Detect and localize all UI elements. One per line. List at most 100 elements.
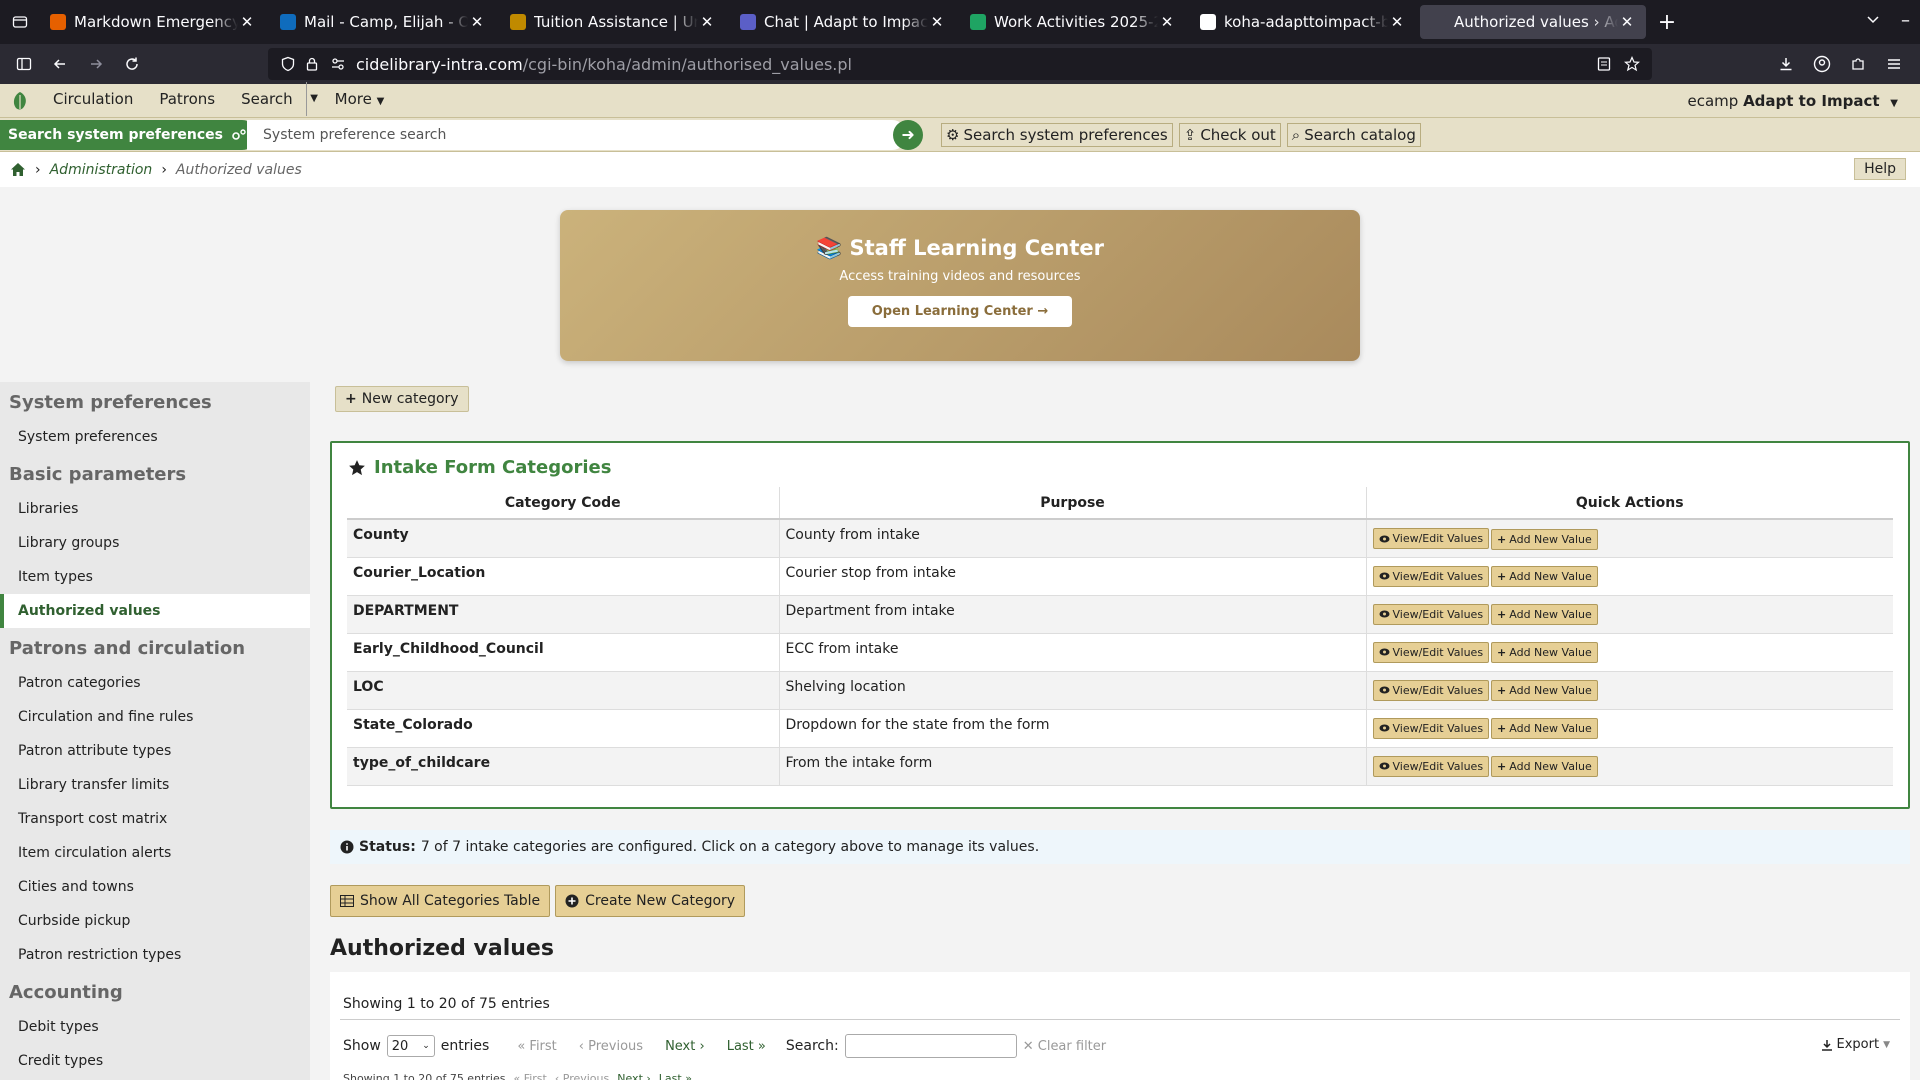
add-new-value-button[interactable]: + Add New Value bbox=[1491, 642, 1598, 663]
tab-close-icon[interactable]: ✕ bbox=[1618, 13, 1636, 31]
nav-circulation[interactable]: Circulation bbox=[40, 82, 146, 116]
page-size-select[interactable]: 20 ⌄ bbox=[386, 1035, 435, 1057]
bottom-first[interactable]: « First bbox=[513, 1072, 546, 1080]
nav-patrons[interactable]: Patrons bbox=[146, 82, 228, 116]
browser-tab[interactable]: Authorized values › Admin✕ bbox=[1420, 5, 1646, 39]
view-edit-values-button[interactable]: View/Edit Values bbox=[1372, 603, 1490, 625]
browser-tab[interactable]: Mail - Camp, Elijah - Outlook✕ bbox=[270, 5, 496, 39]
plus-icon: + bbox=[1497, 608, 1507, 621]
pagination-next[interactable]: Next › bbox=[665, 1039, 705, 1054]
tab-close-icon[interactable]: ✕ bbox=[238, 13, 256, 31]
sidebar-item[interactable]: Libraries bbox=[0, 492, 310, 526]
sidebar-item[interactable]: Credit types bbox=[0, 1044, 310, 1078]
browser-tab[interactable]: Markdown Emergency ✕ bbox=[40, 5, 266, 39]
browser-tab[interactable]: Tuition Assistance | Univ ✕ bbox=[500, 5, 726, 39]
sidebar-item[interactable]: Patron restriction types bbox=[0, 938, 310, 972]
table-search-input[interactable] bbox=[844, 1034, 1017, 1058]
bottom-last[interactable]: Last » bbox=[659, 1072, 692, 1080]
nav-more-label: More bbox=[334, 90, 372, 108]
url-settings-icon[interactable] bbox=[330, 56, 346, 72]
browser-tab-strip: Markdown Emergency ✕ Mail - Camp, Elijah -… bbox=[0, 0, 1920, 44]
add-new-value-button[interactable]: + Add New Value bbox=[1491, 718, 1598, 739]
sidebar-item[interactable]: Patron attribute types bbox=[0, 734, 310, 768]
nav-search[interactable]: Search bbox=[228, 82, 306, 116]
export-button[interactable]: Export ▼ bbox=[1821, 1037, 1890, 1052]
pagination-previous[interactable]: ‹ Previous bbox=[579, 1039, 643, 1054]
new-tab-button[interactable]: + bbox=[1650, 10, 1684, 35]
pagination-last[interactable]: Last » bbox=[727, 1039, 766, 1054]
search-dropdown-caret-icon[interactable]: ▼ bbox=[305, 82, 322, 116]
nav-more[interactable]: More ▼ bbox=[322, 82, 398, 119]
shield-icon[interactable] bbox=[280, 56, 296, 72]
list-all-tabs-icon[interactable] bbox=[0, 0, 40, 44]
open-learning-center-button[interactable]: Open Learning Center → bbox=[847, 296, 1073, 327]
browser-tab[interactable]: koha-adapttoimpact-ba ✕ bbox=[1190, 5, 1416, 39]
sidebar-item[interactable]: System preferences bbox=[0, 420, 310, 454]
sidebar-item[interactable]: Curbside pickup bbox=[0, 904, 310, 938]
reader-view-icon[interactable] bbox=[1596, 56, 1612, 72]
search-type-toggle[interactable]: Search system preferences bbox=[0, 119, 258, 150]
sidebar-item[interactable]: Authorized values bbox=[0, 594, 310, 628]
sidebar-item[interactable]: Item types bbox=[0, 560, 310, 594]
sidebar-item[interactable]: Patron categories bbox=[0, 666, 310, 700]
tab-close-icon[interactable]: ✕ bbox=[928, 13, 946, 31]
forward-icon[interactable] bbox=[78, 48, 114, 80]
quicklink-1[interactable]: ⇪ Check out bbox=[1178, 122, 1281, 147]
pagination-first[interactable]: « First bbox=[517, 1039, 556, 1054]
sidebar-item[interactable]: Item circulation alerts bbox=[0, 836, 310, 870]
back-icon[interactable] bbox=[42, 48, 78, 80]
reload-icon[interactable] bbox=[114, 48, 150, 80]
browser-tab[interactable]: Work Activities 2025-26 ✕ bbox=[960, 5, 1186, 39]
help-button[interactable]: Help bbox=[1854, 158, 1906, 180]
minimize-icon[interactable]: – bbox=[1901, 10, 1910, 31]
bottom-next[interactable]: Next › bbox=[617, 1072, 651, 1080]
clear-filter-button[interactable]: ✕ Clear filter bbox=[1023, 1039, 1106, 1054]
view-edit-values-button[interactable]: View/Edit Values bbox=[1372, 717, 1490, 739]
extensions-icon[interactable] bbox=[1840, 48, 1876, 80]
user-menu[interactable]: ecamp Adapt to Impact ▼ bbox=[1687, 84, 1898, 121]
sidebar-toggle-icon[interactable] bbox=[6, 48, 42, 80]
add-new-value-button[interactable]: + Add New Value bbox=[1491, 528, 1598, 550]
downloads-icon[interactable] bbox=[1768, 48, 1804, 80]
create-new-category-button[interactable]: Create New Category bbox=[555, 885, 746, 917]
quicklink-2[interactable]: ⌕ Search catalog bbox=[1286, 122, 1421, 147]
bookmark-star-icon[interactable] bbox=[1624, 56, 1640, 72]
view-edit-values-button[interactable]: View/Edit Values bbox=[1372, 679, 1490, 701]
tab-close-icon[interactable]: ✕ bbox=[1158, 13, 1176, 31]
sidebar-item[interactable]: Library transfer limits bbox=[0, 768, 310, 802]
lock-icon[interactable] bbox=[304, 56, 320, 72]
view-edit-values-button[interactable]: View/Edit Values bbox=[1372, 565, 1490, 587]
menu-icon[interactable] bbox=[1876, 48, 1912, 80]
show-all-categories-button[interactable]: Show All Categories Table bbox=[330, 885, 551, 917]
add-new-value-button[interactable]: + Add New Value bbox=[1491, 680, 1598, 701]
tab-close-icon[interactable]: ✕ bbox=[1388, 13, 1406, 31]
sidebar-item[interactable]: Transport cost matrix bbox=[0, 802, 310, 836]
bottom-previous[interactable]: ‹ Previous bbox=[555, 1072, 609, 1080]
add-new-value-button[interactable]: + Add New Value bbox=[1491, 604, 1598, 625]
sidebar-item[interactable]: Cities and towns bbox=[0, 870, 310, 904]
breadcrumb-separator-icon: › bbox=[35, 161, 41, 178]
tab-close-icon[interactable]: ✕ bbox=[698, 13, 716, 31]
view-edit-values-button[interactable]: View/Edit Values bbox=[1372, 641, 1490, 663]
system-preference-search-input[interactable]: System preference search bbox=[247, 119, 908, 150]
search-submit-arrow-icon[interactable]: ➜ bbox=[893, 119, 924, 150]
new-category-button[interactable]: + New category bbox=[335, 386, 469, 412]
sidebar-item[interactable]: Library groups bbox=[0, 526, 310, 560]
quick-actions-cell: View/Edit Values + Add New Value bbox=[1366, 747, 1893, 786]
koha-logo-icon[interactable] bbox=[0, 84, 40, 118]
view-edit-values-button[interactable]: View/Edit Values bbox=[1372, 528, 1490, 549]
breadcrumb-administration[interactable]: Administration bbox=[50, 162, 153, 178]
sidebar-item[interactable]: Debit types bbox=[0, 1010, 310, 1044]
account-icon[interactable] bbox=[1804, 48, 1840, 80]
add-new-value-button[interactable]: + Add New Value bbox=[1491, 566, 1598, 587]
browser-tab[interactable]: Chat | Adapt to Impact ✕ bbox=[730, 5, 956, 39]
sidebar-item[interactable]: Circulation and fine rules bbox=[0, 700, 310, 734]
quicklink-0[interactable]: ⚙ Search system preferences bbox=[941, 122, 1173, 147]
home-icon[interactable] bbox=[10, 162, 26, 177]
view-edit-values-button[interactable]: View/Edit Values bbox=[1372, 755, 1490, 777]
tab-overflow-chevron-icon[interactable] bbox=[1866, 12, 1880, 26]
tab-close-icon[interactable]: ✕ bbox=[468, 13, 486, 31]
url-bar[interactable]: cidelibrary-intra.com/cgi-bin/koha/admin… bbox=[268, 48, 1652, 80]
koha-main-nav: Circulation Patrons Search ▼ More ▼ bbox=[40, 82, 397, 119]
add-new-value-button[interactable]: + Add New Value bbox=[1491, 756, 1598, 777]
